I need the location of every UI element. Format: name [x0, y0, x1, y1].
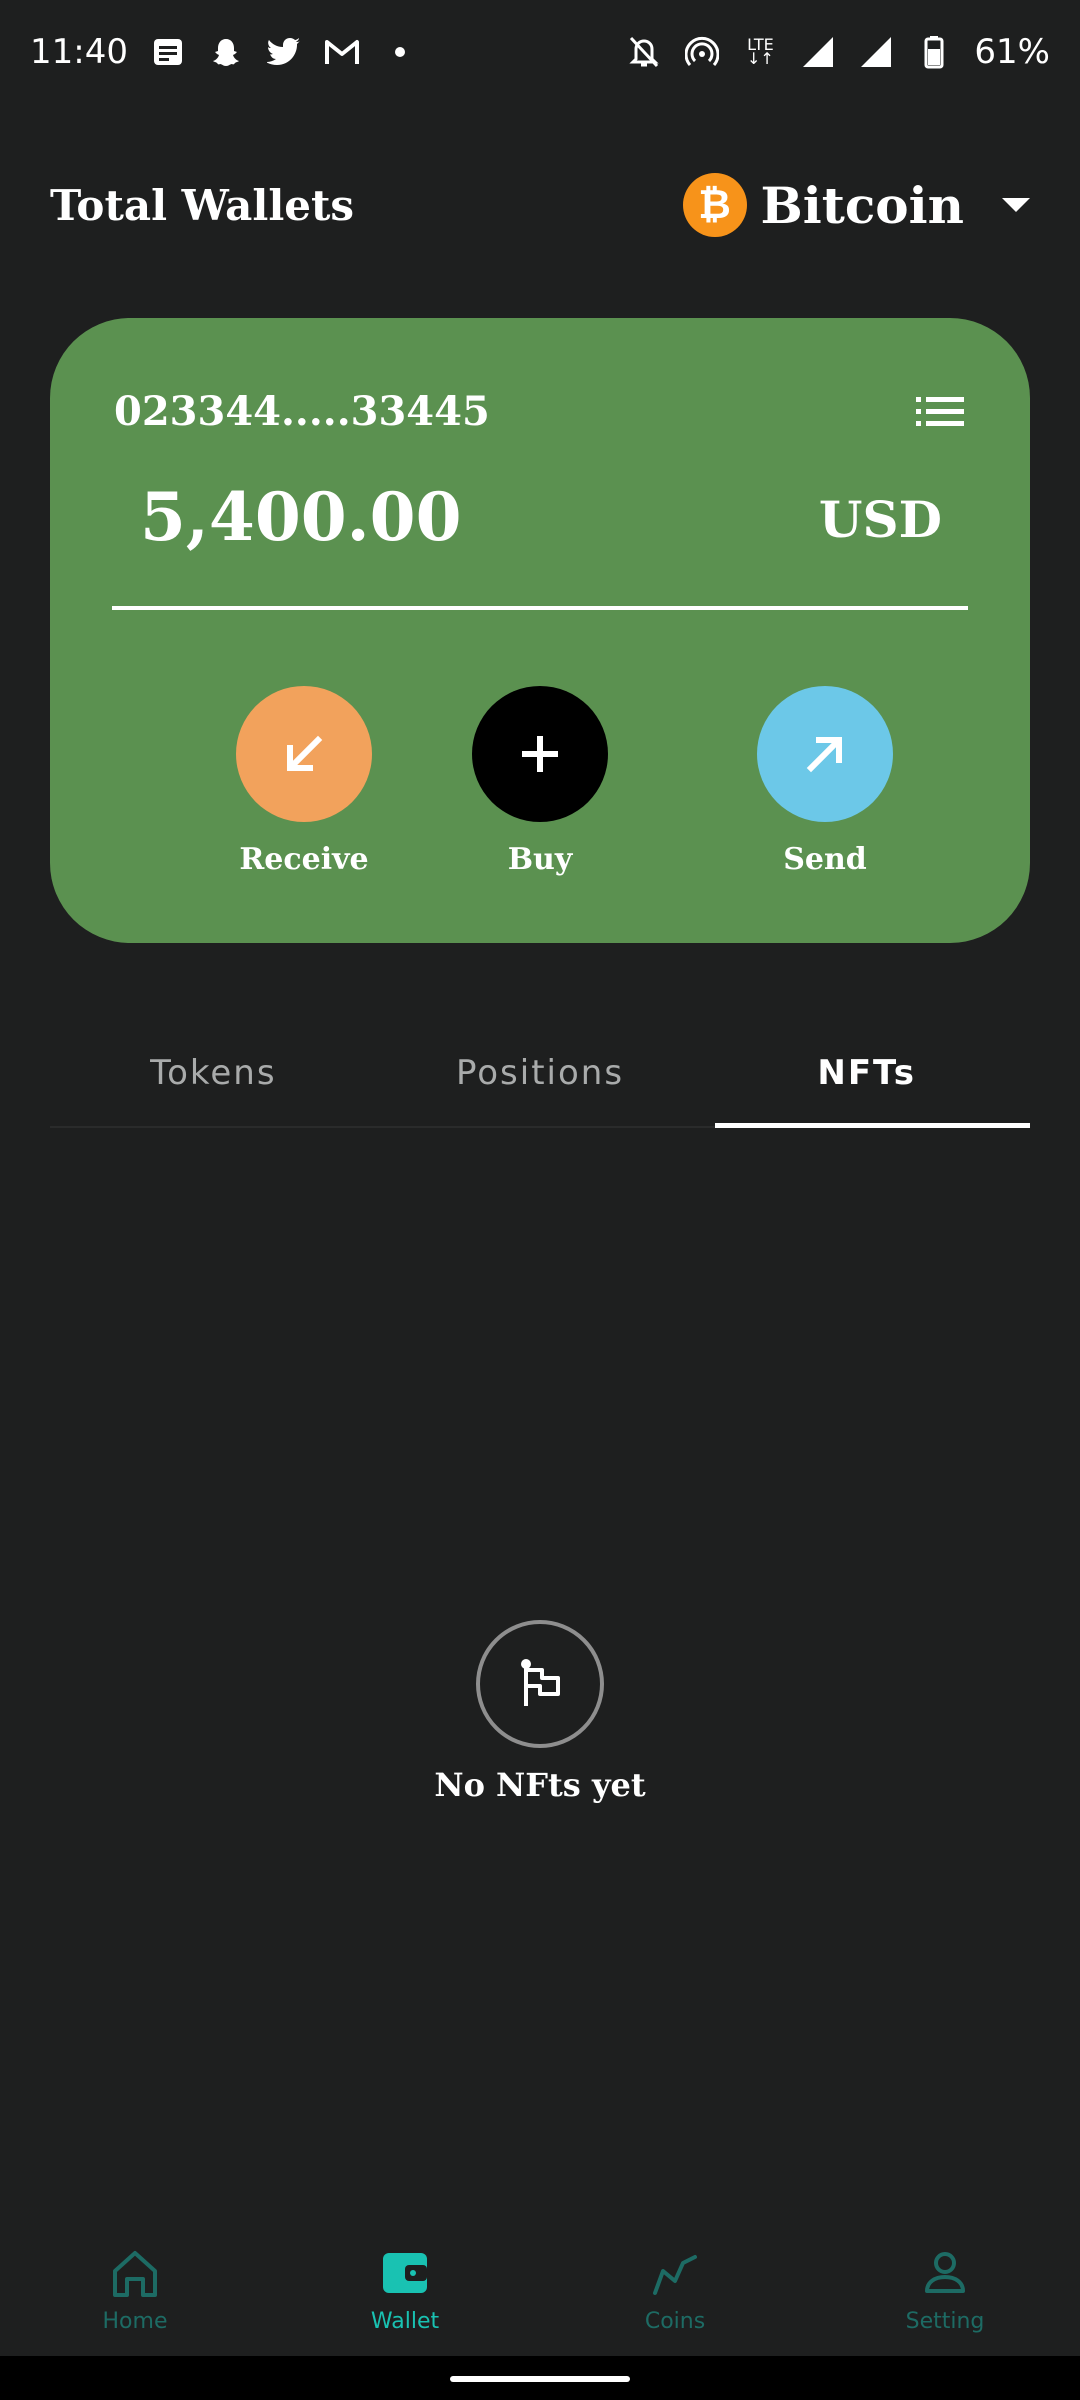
status-bar-right: LTE ↓↑ 61%	[626, 32, 1050, 72]
status-time: 11:40	[30, 32, 128, 72]
empty-state: No NFts yet	[0, 1620, 1080, 1804]
receive-circle	[236, 686, 372, 822]
tab-nfts[interactable]: NFTs	[703, 1020, 1030, 1128]
send-button[interactable]: Send	[725, 686, 925, 877]
header: Total Wallets ₿ Bitcoin	[50, 160, 1030, 250]
buy-label: Buy	[507, 842, 573, 877]
bottom-nav: Home Wallet Coins Setting	[0, 2222, 1080, 2356]
nav-setting-label: Setting	[905, 2308, 985, 2334]
balance-amount: 5,400.00	[140, 478, 462, 556]
nav-setting[interactable]: Setting	[810, 2222, 1080, 2356]
tab-tokens[interactable]: Tokens	[50, 1020, 377, 1126]
battery-percent: 61%	[974, 32, 1050, 72]
person-icon	[925, 2251, 965, 2293]
nav-wallet-label: Wallet	[370, 2308, 440, 2334]
home-gesture-handle[interactable]	[450, 2376, 630, 2382]
battery-icon	[916, 34, 952, 70]
wallet-address: 023344.....33445	[114, 388, 490, 435]
nav-home-label: Home	[102, 2308, 168, 2334]
arrow-down-left-icon	[287, 735, 323, 771]
page-title: Total Wallets	[50, 180, 355, 230]
dot-icon	[382, 34, 418, 70]
signal-icon	[858, 34, 894, 70]
status-bar-left: 11:40	[30, 32, 418, 72]
gesture-bar	[0, 2356, 1080, 2400]
mute-bell-icon	[626, 34, 662, 70]
buy-circle	[472, 686, 608, 822]
buy-button[interactable]: Buy	[440, 686, 640, 877]
send-label: Send	[783, 842, 867, 877]
gmail-icon	[324, 34, 360, 70]
hotspot-icon	[684, 34, 720, 70]
coin-selector[interactable]: ₿ Bitcoin	[682, 173, 1030, 237]
lte-icon: LTE ↓↑	[742, 34, 778, 70]
nav-coins-label: Coins	[644, 2308, 706, 2334]
balance-currency[interactable]: USD	[819, 490, 942, 549]
nav-home[interactable]: Home	[0, 2222, 270, 2356]
snapchat-icon	[208, 34, 244, 70]
coin-name: Bitcoin	[760, 175, 965, 235]
status-bar: 11:40 LTE ↓↑ 61%	[0, 0, 1080, 104]
wallet-card: 023344.....33445 5,400.00 USD Receive Bu…	[50, 318, 1030, 943]
data-arrows: ↓↑	[747, 49, 774, 68]
arrow-up-right-icon	[806, 737, 842, 773]
receive-button[interactable]: Receive	[204, 686, 404, 877]
wallet-screen: 11:40 LTE ↓↑ 61% Total Wallets ₿ Bitcoin…	[0, 0, 1080, 2400]
home-icon	[113, 2250, 157, 2297]
nav-coins[interactable]: Coins	[540, 2222, 810, 2356]
empty-state-text: No NFts yet	[434, 1766, 646, 1804]
amount-underline	[112, 606, 968, 610]
send-circle	[757, 686, 893, 822]
list-icon[interactable]	[916, 396, 964, 428]
chevron-down-icon	[1002, 198, 1030, 212]
plus-icon	[522, 736, 558, 772]
notes-icon	[150, 34, 186, 70]
wallet-icon	[383, 2252, 427, 2293]
signal-icon	[800, 34, 836, 70]
bitcoin-icon: ₿	[682, 173, 747, 237]
flag-icon	[476, 1620, 604, 1748]
twitter-icon	[266, 34, 302, 70]
chart-line-icon	[653, 2254, 697, 2295]
asset-tabs: Tokens Positions NFTs	[50, 1020, 1030, 1128]
tab-positions[interactable]: Positions	[377, 1020, 704, 1126]
receive-label: Receive	[239, 842, 369, 877]
nav-wallet[interactable]: Wallet	[270, 2222, 540, 2356]
